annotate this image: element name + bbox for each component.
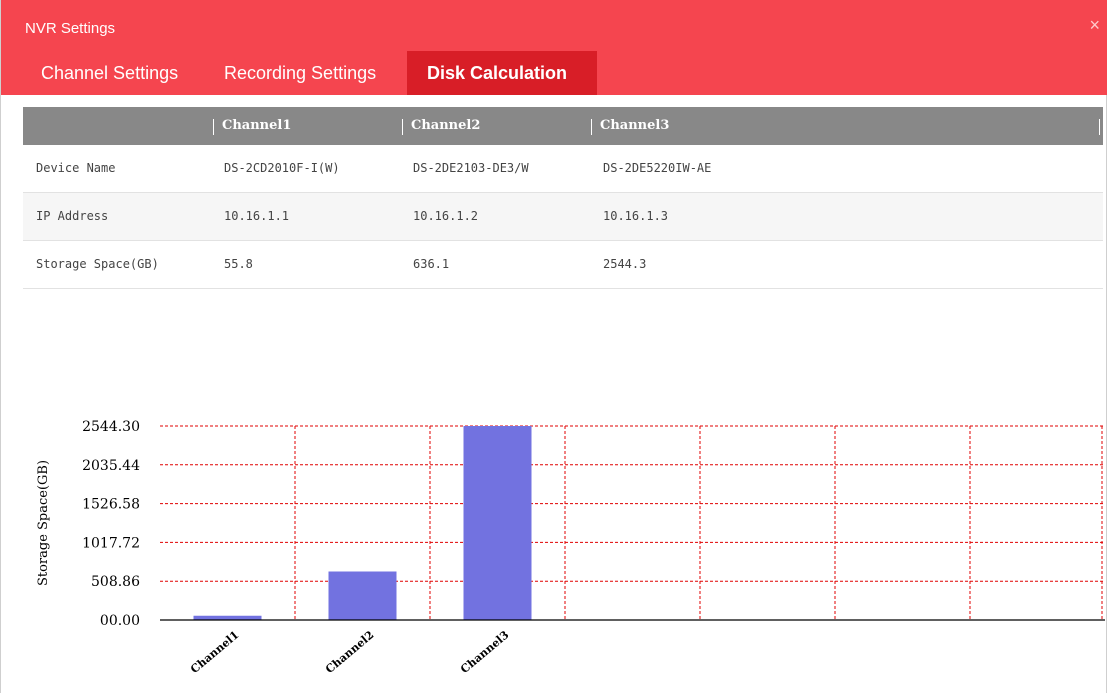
tab-channel-settings[interactable]: Channel Settings xyxy=(27,51,199,95)
disk-calculation-table: Channel1 Channel2 Channel3 Device Name D… xyxy=(23,107,1103,289)
chart-bar xyxy=(463,426,532,620)
column-separator xyxy=(591,119,592,135)
row-label: Device Name xyxy=(36,161,116,175)
row-label: IP Address xyxy=(36,209,109,223)
tab-disk-calculation[interactable]: Disk Calculation xyxy=(407,51,597,95)
y-tick-label: 2544.30 xyxy=(82,419,140,435)
table-cell: 10.16.1.3 xyxy=(603,209,669,223)
column-separator xyxy=(1099,119,1100,135)
row-label: Storage Space(GB) xyxy=(36,257,159,271)
x-tick-label: Channel3 xyxy=(458,628,511,676)
y-axis-title: Storage Space(GB) xyxy=(36,460,51,586)
table-row-device-name: Device Name DS-2CD2010F-I(W) DS-2DE2103-… xyxy=(23,145,1103,193)
storage-bar-chart: Channel1 Channel2 Channel3 00.00 508.86 1017.… xyxy=(1,390,1107,693)
window-title: NVR Settings xyxy=(25,20,116,37)
table-cell: 10.16.1.2 xyxy=(413,209,479,223)
column-header-channel1: Channel1 xyxy=(222,118,292,133)
y-tick-label: 508.86 xyxy=(91,574,140,590)
table-cell: DS-2CD2010F-I(W) xyxy=(224,161,340,175)
chart-bar xyxy=(328,571,397,620)
column-separator xyxy=(402,119,403,135)
x-tick-label: Channel2 xyxy=(323,628,376,676)
table-header: Channel1 Channel2 Channel3 xyxy=(23,107,1103,145)
table-cell: 10.16.1.1 xyxy=(224,209,290,223)
close-icon[interactable]: × xyxy=(1089,16,1100,34)
table-cell: 2544.3 xyxy=(603,257,647,271)
column-header-channel3: Channel3 xyxy=(600,118,670,133)
column-header-channel2: Channel2 xyxy=(411,118,481,133)
y-tick-label: 2035.44 xyxy=(82,458,140,474)
table-cell: DS-2DE5220IW-AE xyxy=(603,161,712,175)
nvr-settings-window: NVR Settings × Channel Settings Recordin… xyxy=(0,0,1107,693)
table-row-ip-address: IP Address 10.16.1.1 10.16.1.2 10.16.1.3 xyxy=(23,193,1103,241)
y-tick-label: 00.00 xyxy=(100,613,140,629)
table-cell: DS-2DE2103-DE3/W xyxy=(413,161,529,175)
chart-canvas: Channel1 Channel2 Channel3 00.00 508.86 1017.… xyxy=(36,419,1105,676)
x-tick-label: Channel1 xyxy=(188,628,241,676)
y-tick-label: 1526.58 xyxy=(82,497,140,513)
table-cell: 636.1 xyxy=(413,257,450,271)
table-cell: 55.8 xyxy=(224,257,253,271)
table-row-storage-space: Storage Space(GB) 55.8 636.1 2544.3 xyxy=(23,241,1103,289)
column-separator xyxy=(213,119,214,135)
title-bar: NVR Settings × Channel Settings Recordin… xyxy=(1,0,1107,95)
tab-recording-settings[interactable]: Recording Settings xyxy=(212,51,407,95)
chart-bar xyxy=(193,615,262,620)
y-tick-label: 1017.72 xyxy=(82,535,140,551)
